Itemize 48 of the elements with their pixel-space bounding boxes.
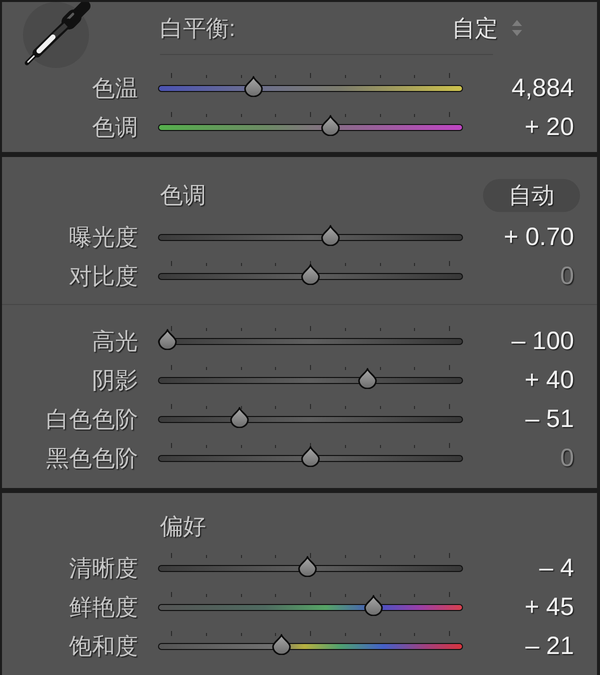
slider-thumb[interactable] xyxy=(272,634,292,655)
slider-thumb[interactable] xyxy=(358,368,378,389)
section-title: 偏好 xyxy=(160,514,206,538)
slider-track[interactable] xyxy=(158,442,463,468)
slider-thumb[interactable] xyxy=(301,446,320,467)
slider-track[interactable] xyxy=(158,111,463,137)
slider-thumb[interactable] xyxy=(244,76,263,97)
section-title: 色调 xyxy=(160,184,207,206)
section-title: 白平衡: xyxy=(160,16,236,40)
slider-track[interactable] xyxy=(158,260,463,286)
preset-dropdown[interactable]: 自定 xyxy=(452,16,522,40)
stepper-icon xyxy=(512,20,522,36)
eyedropper-icon[interactable] xyxy=(22,2,92,68)
slider-thumb[interactable] xyxy=(321,225,340,246)
slider-value: + 0.70 xyxy=(502,225,574,250)
slider-track[interactable] xyxy=(158,403,463,429)
slider-track[interactable] xyxy=(158,325,463,351)
slider-thumb[interactable] xyxy=(298,556,318,577)
slider-track[interactable] xyxy=(158,364,463,390)
slider-track[interactable] xyxy=(158,72,463,98)
slider-value: – 51 xyxy=(524,407,574,432)
slider-value: – 21 xyxy=(524,634,574,659)
slider-track[interactable] xyxy=(158,591,463,617)
slider-thumb[interactable] xyxy=(364,595,383,616)
slider-label: 色调 xyxy=(91,116,138,139)
slider-label: 色温 xyxy=(91,77,138,100)
slider-label: 鲜艳度 xyxy=(68,596,138,619)
slider-label: 对比度 xyxy=(68,265,138,288)
slider-label: 高光 xyxy=(91,330,138,353)
slider-label: 饱和度 xyxy=(68,635,138,658)
slider-value: – 100 xyxy=(510,329,574,354)
slider-value: + 40 xyxy=(524,368,574,393)
slider-label: 曝光度 xyxy=(68,226,138,249)
auto-button[interactable]: 自动 xyxy=(483,178,580,212)
slider-thumb[interactable] xyxy=(301,264,320,285)
slider-thumb[interactable] xyxy=(321,115,340,136)
slider-value: + 45 xyxy=(524,595,574,620)
slider-value: 4,884 xyxy=(510,76,574,101)
slider-track[interactable] xyxy=(158,630,463,656)
slider-track[interactable] xyxy=(158,552,463,578)
slider-label: 黑色色阶 xyxy=(45,447,138,470)
slider-label: 清晰度 xyxy=(68,557,138,580)
slider-thumb[interactable] xyxy=(230,407,248,428)
slider-value: – 4 xyxy=(538,556,574,581)
slider-thumb[interactable] xyxy=(158,329,177,350)
slider-value: + 20 xyxy=(524,115,574,140)
slider-label: 阴影 xyxy=(91,369,138,392)
slider-label: 白色色阶 xyxy=(45,408,138,431)
